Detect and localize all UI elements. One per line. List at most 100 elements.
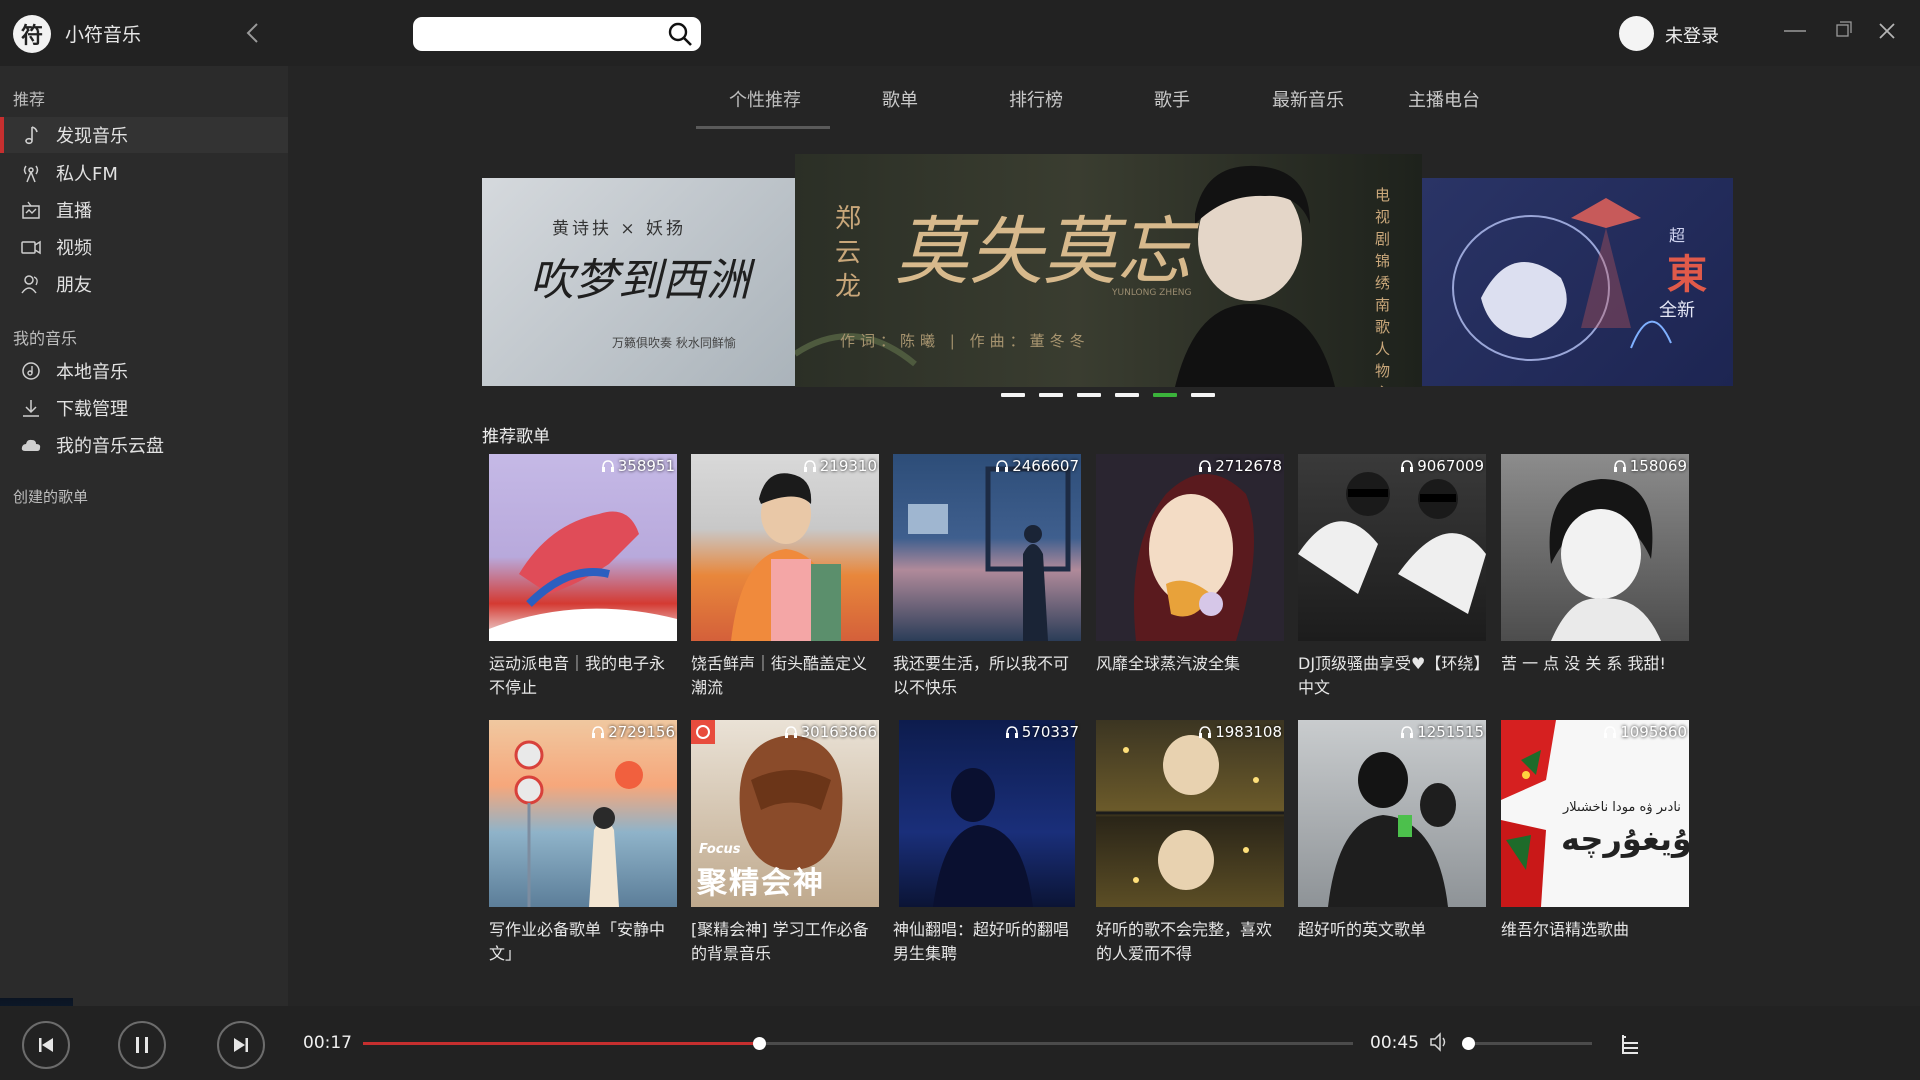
close-icon	[1879, 23, 1895, 39]
play-count-value: 2712678	[1215, 457, 1282, 475]
playlist-cover[interactable]: 358951	[489, 454, 677, 641]
playlist-cover[interactable]: 2466607	[893, 454, 1081, 641]
headphones-icon	[1401, 726, 1414, 738]
headphones-icon	[1401, 460, 1414, 472]
tab-radio[interactable]: 主播电台	[1408, 86, 1480, 112]
avatar[interactable]	[1619, 16, 1654, 51]
sidebar: 推荐 发现音乐 私人FM 直播 视频 朋友 我的音乐 本地音乐 下载管理 我的音…	[0, 66, 288, 1072]
maximize-button[interactable]	[1828, 16, 1858, 46]
progress-handle[interactable]	[753, 1037, 766, 1050]
banner-left[interactable]: 黄诗扶 × 妖扬 吹梦到西洲 万籁俱吹奏 秋水同鲜愉	[482, 178, 798, 386]
banner-left-calligraphy: 吹梦到西洲	[530, 255, 750, 306]
playlist-title[interactable]: 运动派电音｜我的电子永不停止	[489, 652, 677, 702]
download-icon	[23, 400, 39, 417]
playlist-cover[interactable]: 9067009	[1298, 454, 1486, 641]
playlist-cover[interactable]: 2729156	[489, 720, 677, 907]
playlist-title[interactable]: 好听的歌不会完整，喜欢的人爱而不得	[1096, 918, 1284, 968]
chevron-left-icon	[246, 23, 258, 43]
tab-new-music[interactable]: 最新音乐	[1272, 86, 1344, 112]
search-input[interactable]	[423, 21, 653, 47]
playlist-cover[interactable]: Focus 聚精会神 30163866	[691, 720, 879, 907]
playlist-title[interactable]: 我还要生活，所以我不可以不快乐	[893, 652, 1081, 702]
minimize-icon	[1784, 30, 1806, 32]
duration: 00:45	[1370, 1033, 1419, 1053]
headphones-icon	[996, 460, 1009, 472]
play-count: 2466607	[995, 457, 1079, 475]
volume-handle[interactable]	[1462, 1037, 1475, 1050]
playlist-title[interactable]: [聚精会神] 学习工作必备的背景音乐	[691, 918, 879, 968]
playlist-title[interactable]: 超好听的英文歌单	[1298, 918, 1486, 968]
banner-center-credits: 作词：陈曦 | 作曲：董冬冬	[840, 332, 1090, 350]
banner-right-text-2: 東	[1667, 252, 1707, 298]
sidebar-item-label: 朋友	[56, 275, 92, 296]
sidebar-item-label: 视频	[56, 238, 92, 259]
playlist-title[interactable]: 维吾尔语精选歌曲	[1501, 918, 1689, 968]
play-count: 2712678	[1198, 457, 1282, 475]
play-count: 158069	[1613, 457, 1687, 475]
playlist-icon	[1622, 1035, 1638, 1054]
sidebar-item-downloads[interactable]: 下载管理	[0, 390, 288, 426]
sidebar-item-live[interactable]: 直播	[0, 192, 288, 228]
volume-button[interactable]	[1428, 1030, 1452, 1054]
banner-dot[interactable]	[1077, 393, 1101, 397]
radio-icon	[23, 165, 39, 183]
sidebar-item-label: 私人FM	[56, 164, 118, 185]
sidebar-item-video[interactable]: 视频	[0, 229, 288, 265]
music-note-icon	[25, 126, 38, 145]
previous-button[interactable]	[22, 1021, 70, 1069]
sidebar-item-cloud[interactable]: 我的音乐云盘	[0, 427, 288, 463]
music-app: 符 小符音乐 未登录 推荐 发现音乐 私人FM 直播 视频 朋友 我的音乐 本地…	[0, 0, 1920, 1080]
current-time: 00:17	[303, 1033, 352, 1053]
playlist-title[interactable]: 写作业必备歌单「安静中文」	[489, 918, 677, 968]
banner-dot[interactable]	[1191, 393, 1215, 397]
playlist-cover[interactable]: 219310	[691, 454, 879, 641]
banner-right-text-3: 全新	[1659, 300, 1695, 321]
banner-center-side-text: 电视剧 锦绣南歌 人物主题曲	[1375, 186, 1391, 387]
tab-singers[interactable]: 歌手	[1154, 86, 1190, 112]
playlist-title[interactable]: 饶舌鲜声｜街头酷盖定义潮流	[691, 652, 879, 702]
close-button[interactable]	[1872, 16, 1902, 46]
video-icon	[21, 240, 41, 255]
playlist-title[interactable]: 神仙翻唱：超好听的翻唱男生集聘	[893, 918, 1081, 968]
playlist-cover[interactable]: 570337	[893, 720, 1081, 907]
playlist-cover[interactable]: نادىر ۋە مودا ناخشىلار ئۇيغۇرچە 1095860	[1501, 720, 1689, 907]
sidebar-item-friends[interactable]: 朋友	[0, 266, 288, 302]
playlist-title[interactable]: 风靡全球蒸汽波全集	[1096, 652, 1284, 702]
search-icon[interactable]	[667, 21, 693, 47]
banner-dot[interactable]	[1039, 393, 1063, 397]
banner-dot[interactable]	[1001, 393, 1025, 397]
tab-recommend[interactable]: 个性推荐	[729, 86, 801, 112]
play-count-value: 2729156	[608, 723, 675, 741]
playlist-cover[interactable]: 2712678	[1096, 454, 1284, 641]
next-button[interactable]	[217, 1021, 265, 1069]
progress-bar[interactable]	[363, 1037, 1353, 1050]
tab-charts[interactable]: 排行榜	[1009, 86, 1063, 112]
search-box[interactable]	[413, 17, 701, 51]
minimize-button[interactable]	[1780, 16, 1810, 46]
playlist-cover[interactable]: 1251515	[1298, 720, 1486, 907]
playlist-cover[interactable]: 158069	[1501, 454, 1689, 641]
banner-dot[interactable]	[1115, 393, 1139, 397]
play-count-value: 30163866	[800, 723, 877, 741]
playlist-title[interactable]: 苦 一 点 没 关 系 我甜!	[1501, 652, 1689, 702]
playlist-title[interactable]: DJ顶级骚曲享受♥【环绕】中文	[1298, 652, 1486, 702]
tab-playlists[interactable]: 歌单	[882, 86, 918, 112]
banner-center[interactable]: 郑云龙 莫失莫忘 作词：陈曦 | 作曲：董冬冬 YUNLONG ZHENG 电视…	[795, 154, 1422, 387]
sidebar-item-fm[interactable]: 私人FM	[0, 155, 288, 191]
sidebar-item-local-music[interactable]: 本地音乐	[0, 353, 288, 389]
friends-icon	[21, 275, 38, 294]
pause-button[interactable]	[118, 1021, 166, 1069]
play-count: 1095860	[1603, 723, 1687, 741]
section-title-my-music: 我的音乐	[13, 329, 78, 348]
back-button[interactable]	[240, 18, 266, 48]
active-tab-indicator	[696, 126, 830, 129]
volume-slider[interactable]	[1462, 1037, 1592, 1050]
banner-dot-active[interactable]	[1153, 393, 1177, 397]
playlist-button[interactable]	[1618, 1032, 1642, 1056]
login-button[interactable]: 未登录	[1665, 22, 1719, 48]
playlist-cover[interactable]: 1983108	[1096, 720, 1284, 907]
banner-center-calligraphy: 莫失莫忘	[895, 209, 1191, 295]
banner-right[interactable]: 超 東 全新	[1421, 178, 1733, 386]
local-music-icon	[22, 362, 40, 380]
sidebar-item-discover[interactable]: 发现音乐	[0, 117, 288, 153]
